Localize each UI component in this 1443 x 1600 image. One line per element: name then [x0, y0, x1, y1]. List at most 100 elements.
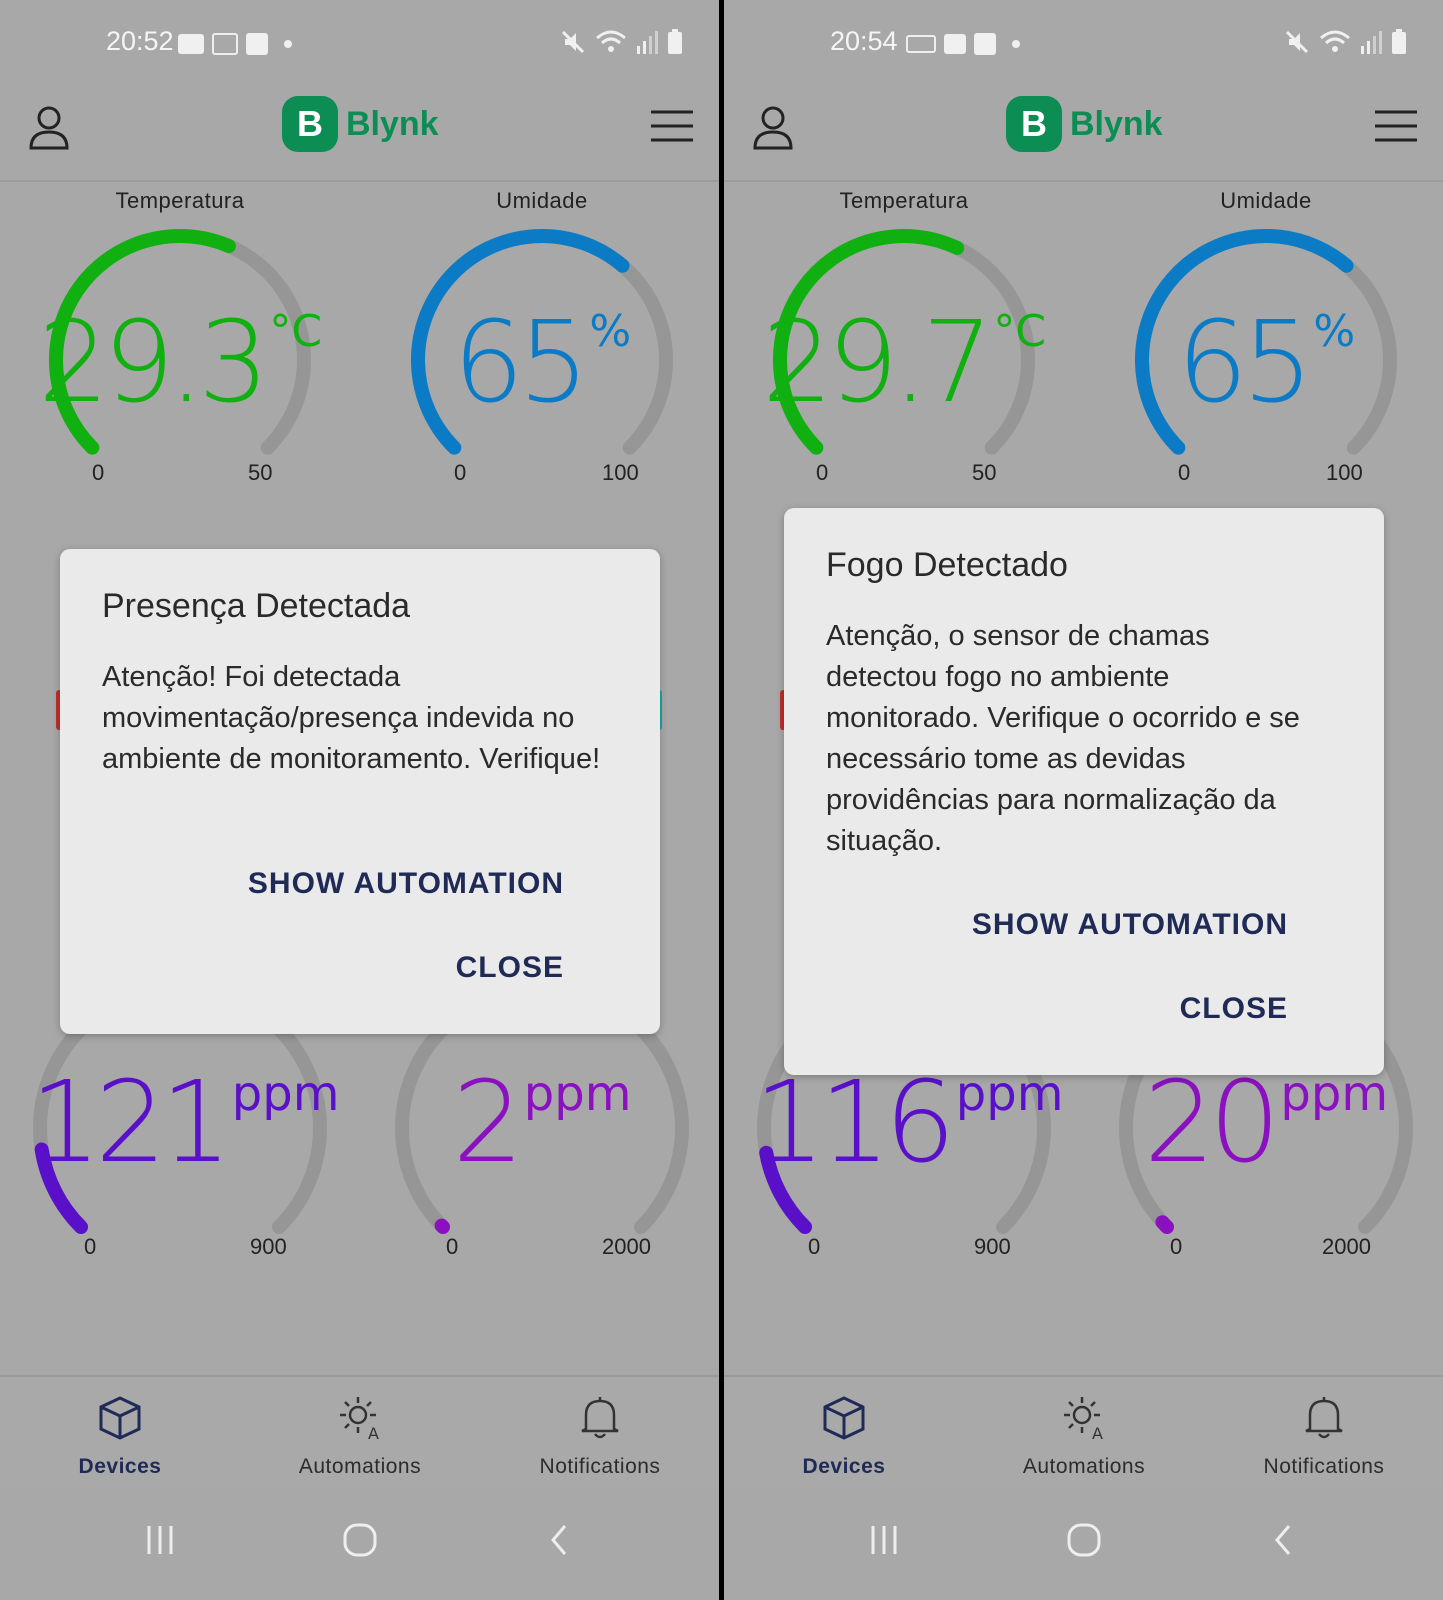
nav-label: Automations: [298, 1455, 422, 1478]
gauge-max: 100: [1326, 460, 1363, 485]
dialog-title: Presença Detectada: [102, 587, 411, 625]
logo-badge: B: [282, 96, 338, 152]
recents-icon[interactable]: [859, 1520, 909, 1560]
youtube-icon: [178, 34, 204, 54]
nav-label: Notifications: [1263, 1455, 1385, 1478]
gas-1-value: 116: [754, 1058, 956, 1188]
back-icon[interactable]: [1259, 1520, 1309, 1560]
humidity-unit: %: [1313, 306, 1356, 357]
gauge-humidity: Umidade 65% 0 100: [1116, 188, 1416, 488]
gauge-temperature: Temperatura 29.3 °C 0 50: [30, 188, 330, 488]
gauge-min: 0: [446, 1234, 459, 1259]
menu-icon[interactable]: [1373, 106, 1419, 146]
status-time: 20:52: [106, 26, 174, 56]
gauge-min: 0: [92, 460, 105, 485]
system-icons: [559, 26, 683, 58]
battery-icon: [1392, 29, 1406, 54]
nav-notifications[interactable]: Notifications: [500, 1377, 700, 1487]
dialog-body: Atenção! Foi detectada movimentação/pres…: [102, 661, 601, 775]
gauge-min: 0: [1178, 460, 1191, 485]
app-icon: [246, 33, 268, 55]
alert-dialog: Presença Detectada Atenção! Foi detectad…: [60, 549, 660, 1034]
signal-icon: [1361, 31, 1382, 54]
more-dot-icon: [284, 40, 292, 48]
home-icon[interactable]: [1059, 1520, 1109, 1560]
automation-sun-icon: A: [340, 1397, 379, 1441]
nav-devices[interactable]: Devices: [744, 1377, 944, 1487]
bottom-nav: Devices A Automations Notifications: [724, 1375, 1443, 1487]
mute-icon: [561, 30, 585, 54]
gauge-max: 2000: [1322, 1234, 1371, 1259]
battery-icon: [668, 29, 682, 54]
screen-fire: 20:54 B Blynk Temperatura 29.7 °C 0 50 U…: [724, 0, 1443, 1600]
gauge-value: 20 ppm: [1116, 1058, 1416, 1188]
menu-icon[interactable]: [649, 106, 695, 146]
svg-text:A: A: [368, 1424, 379, 1441]
nav-devices[interactable]: Devices: [20, 1377, 220, 1487]
bell-icon: [581, 1397, 619, 1439]
svg-text:A: A: [1092, 1424, 1103, 1441]
show-automation-button[interactable]: SHOW AUTOMATION: [248, 867, 564, 901]
gas-2-unit: ppm: [523, 1066, 632, 1122]
profile-icon[interactable]: [752, 104, 794, 150]
gas-1-value: 121: [30, 1058, 232, 1188]
notification-icons: [178, 30, 292, 58]
gauge-max: 100: [602, 460, 639, 485]
dialog-body: Atenção, o sensor de chamas detectou fog…: [826, 620, 1300, 857]
gauge-min: 0: [808, 1234, 821, 1259]
profile-icon[interactable]: [28, 104, 70, 150]
blynk-logo: B Blynk: [282, 96, 439, 152]
back-icon[interactable]: [535, 1520, 585, 1560]
cube-icon: [823, 1396, 865, 1440]
gauge-temperature: Temperatura 29.7 °C 0 50: [754, 188, 1054, 488]
gauge-max: 900: [974, 1234, 1011, 1259]
signal-icon: [637, 31, 658, 54]
gauge-min: 0: [1170, 1234, 1183, 1259]
outlook-icon: [944, 34, 966, 54]
nav-label: Devices: [802, 1455, 886, 1478]
gauge-fill: [434, 1218, 451, 1234]
wifi-icon: [1320, 30, 1350, 52]
temperature-value: 29.7: [761, 298, 993, 428]
gauge-humidity: Umidade 65% 0 100: [392, 188, 692, 488]
logo-text: Blynk: [346, 104, 439, 143]
recents-icon[interactable]: [135, 1520, 185, 1560]
nav-automations[interactable]: A Automations: [260, 1377, 460, 1487]
nav-label: Automations: [1022, 1455, 1146, 1478]
laptop-icon: [906, 35, 936, 53]
globoplay-icon: [212, 33, 238, 55]
system-nav-bar: [0, 1520, 719, 1580]
gauge-max: 50: [248, 460, 273, 485]
gauge-min: 0: [84, 1234, 97, 1259]
gauge-value: 29.3 °C: [30, 298, 330, 428]
temperature-unit: °C: [269, 306, 323, 357]
system-nav-bar: [724, 1520, 1443, 1580]
status-bar: 20:54: [724, 0, 1443, 90]
gauge-max: 50: [972, 460, 997, 485]
gas-1-unit: ppm: [231, 1066, 340, 1122]
status-time: 20:54: [830, 26, 898, 56]
notification-icons: [906, 30, 1020, 58]
gauge-max: 900: [250, 1234, 287, 1259]
gauge-value: 29.7 °C: [754, 298, 1054, 428]
close-button[interactable]: CLOSE: [456, 951, 564, 985]
nav-notifications[interactable]: Notifications: [1224, 1377, 1424, 1487]
system-icons: [1283, 26, 1407, 58]
humidity-unit: %: [589, 306, 632, 357]
nav-automations[interactable]: A Automations: [984, 1377, 1184, 1487]
gauge-max: 2000: [602, 1234, 651, 1259]
dialog-title: Fogo Detectado: [826, 546, 1068, 584]
screen-presence: 20:52 B Blynk Temperatura 29.3 °C 0 50 U…: [0, 0, 719, 1600]
home-icon[interactable]: [335, 1520, 385, 1560]
wifi-icon: [596, 30, 626, 52]
humidity-value: 65: [452, 298, 589, 428]
app-bar: B Blynk: [0, 90, 719, 182]
show-automation-button[interactable]: SHOW AUTOMATION: [972, 908, 1288, 942]
gauge-value: 65%: [392, 298, 692, 428]
gauge-value: 121 ppm: [30, 1058, 339, 1188]
more-dot-icon: [1012, 40, 1020, 48]
app-bar: B Blynk: [724, 90, 1443, 182]
temperature-value: 29.3: [37, 298, 269, 428]
close-button[interactable]: CLOSE: [1180, 992, 1288, 1026]
gauge-value: 2 ppm: [392, 1058, 692, 1188]
